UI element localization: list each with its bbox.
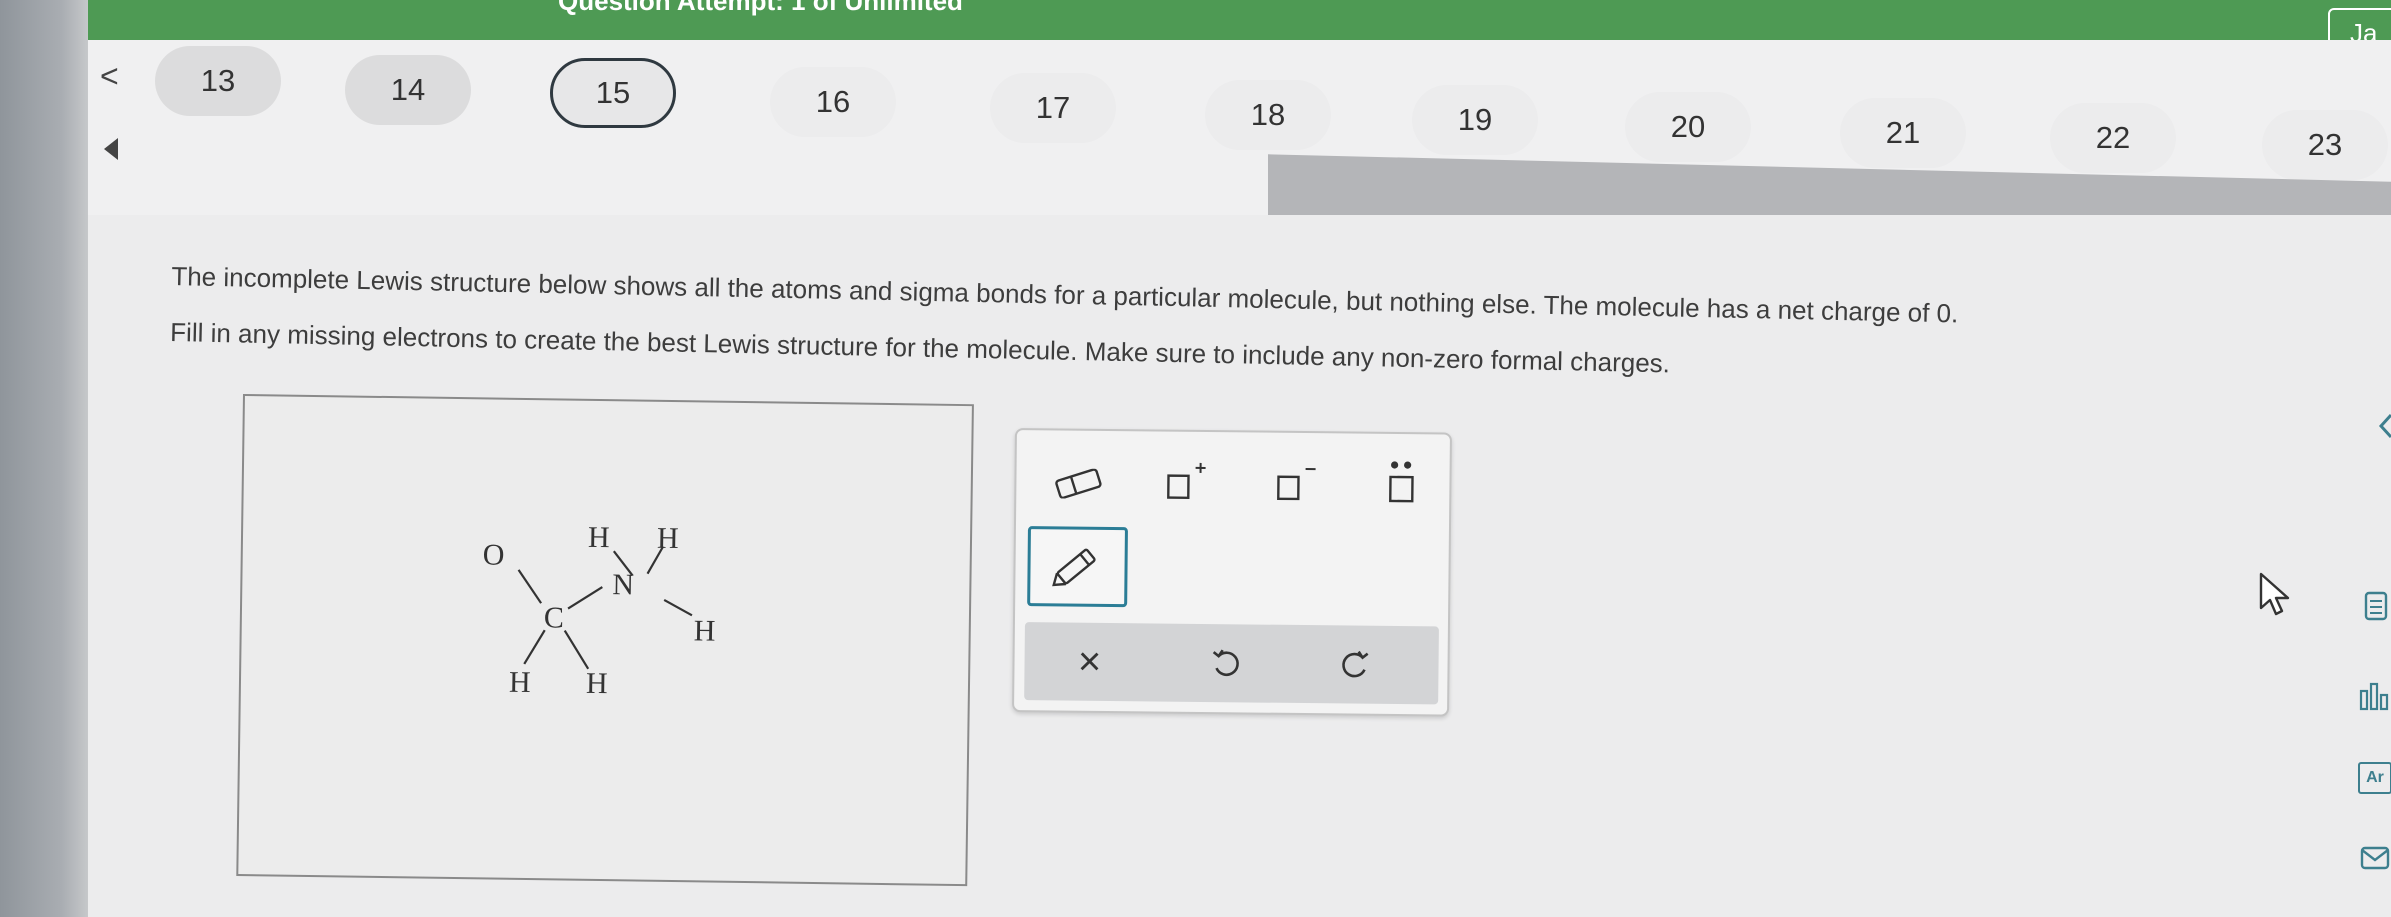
question-pill-13[interactable]: 13 [155, 46, 281, 116]
redo-icon[interactable] [1330, 639, 1381, 690]
action-bar: × [1024, 622, 1439, 705]
question-pill-17[interactable]: 17 [990, 73, 1116, 143]
attempt-counter: Question Attempt: 1 of Unlimited [558, 0, 963, 16]
side-toolbar: Ar [2348, 410, 2391, 880]
question-pill-23[interactable]: 23 [2262, 110, 2388, 180]
answer-icon[interactable] [2358, 590, 2391, 622]
side-collapse-icon[interactable] [2374, 410, 2391, 442]
question-pill-18[interactable]: 18 [1205, 80, 1331, 150]
periodic-table-button[interactable]: Ar [2358, 762, 2391, 794]
chart-icon[interactable] [2358, 680, 2391, 712]
bond-c-o [517, 569, 543, 604]
question-pill-20[interactable]: 20 [1625, 92, 1751, 162]
atom-hydrogen: H [509, 666, 531, 699]
atom-hydrogen: H [588, 521, 610, 554]
question-pill-19[interactable]: 19 [1412, 85, 1538, 155]
mouse-cursor-icon [2255, 570, 2295, 625]
undo-icon[interactable] [1200, 638, 1251, 689]
eraser-icon[interactable] [1048, 458, 1109, 509]
atom-hydrogen: H [657, 522, 679, 555]
atom-oxygen: O [483, 538, 505, 571]
bond-n-h3 [663, 598, 693, 617]
lone-pair-icon[interactable] [1371, 452, 1432, 515]
nav-prev-button[interactable]: < [100, 58, 119, 95]
question-pill-15-current[interactable]: 15 [550, 58, 676, 128]
atom-nitrogen: N [612, 568, 634, 601]
question-pill-22[interactable]: 22 [2050, 103, 2176, 173]
bond-c-n [567, 586, 603, 610]
pencil-icon [1052, 548, 1096, 587]
negative-charge-icon[interactable] [1266, 455, 1327, 512]
screen-bezel [0, 0, 88, 917]
mail-icon[interactable] [2358, 842, 2391, 874]
atom-hydrogen: H [694, 614, 716, 647]
question-pill-16[interactable]: 16 [770, 67, 896, 137]
positive-charge-icon[interactable] [1156, 453, 1217, 510]
atom-hydrogen: H [586, 667, 608, 700]
pencil-tool-button[interactable] [1027, 526, 1128, 608]
bond-c-h2 [563, 629, 590, 670]
nav-scroll-left-icon[interactable] [104, 138, 118, 160]
bond-c-h1 [523, 629, 546, 665]
clear-button[interactable]: × [1064, 637, 1115, 688]
lewis-structure-drawing: O C N H H H H H [483, 521, 716, 700]
question-pill-21[interactable]: 21 [1840, 98, 1966, 168]
lewis-structure-canvas[interactable]: O C N H H H H H [236, 394, 974, 887]
drawing-toolbar: × [1012, 428, 1452, 717]
atom-carbon: C [544, 601, 564, 634]
question-pill-14[interactable]: 14 [345, 55, 471, 125]
